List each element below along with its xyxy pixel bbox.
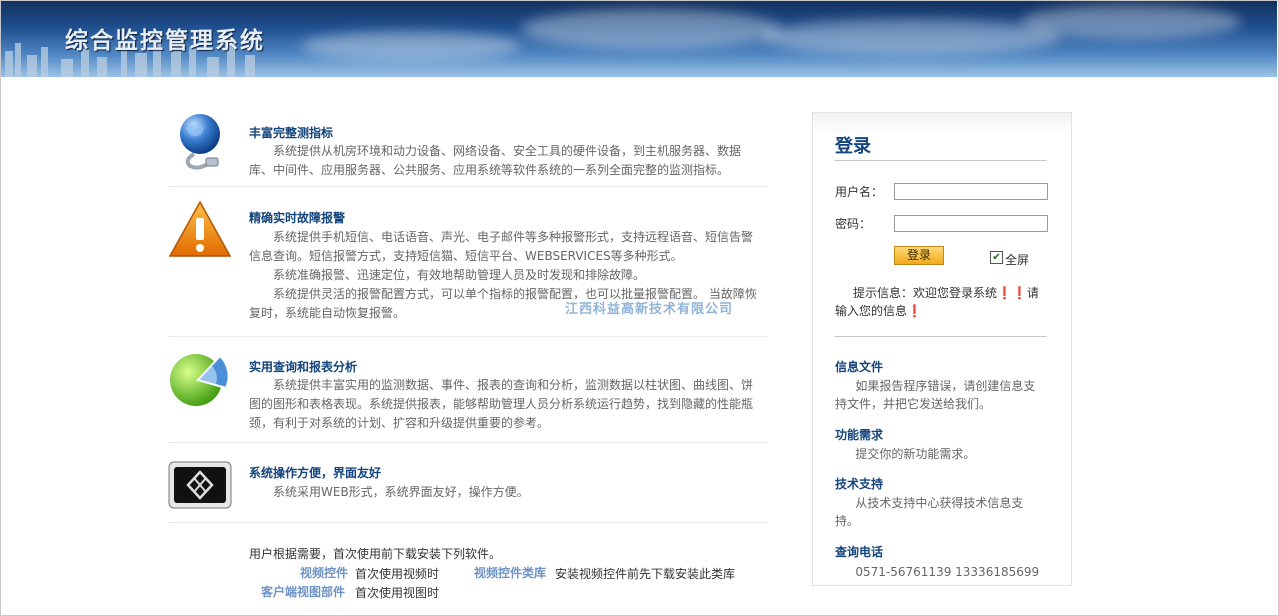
company-watermark: 江西科益高新技术有限公司 (565, 302, 734, 317)
login-panel: 登录 用户名： 密码： 登录 ✔ 全屏 提示信息：欢迎您登录系统❗❗请输入您的信… (812, 112, 1072, 586)
download-section: 用户根据需要，首次使用前下载安装下列软件。 视频控件 首次使用视频时 视频控件类… (168, 540, 768, 610)
divider (835, 336, 1047, 337)
info-title: 技术支持 (835, 477, 884, 491)
login-button[interactable]: 登录 (894, 246, 944, 265)
feature-paragraph: 系统准确报警、迅速定位，有效地帮助管理人员及时发现和排除故障。 (273, 268, 646, 282)
info-text: 如果报告程序错误，请创建信息支持文件，并把它发送给我们。 (835, 379, 1036, 411)
username-input[interactable] (894, 183, 1048, 200)
download-desc: 首次使用视频时 (355, 567, 440, 581)
feature-paragraph: 系统采用WEB形式，系统界面友好，操作方便。 (273, 485, 529, 499)
login-title: 登录 (835, 136, 871, 157)
tip-message: 提示信息：欢迎您登录系统❗❗请输入您的信息❗ (835, 286, 1039, 318)
feature-paragraph: 系统提供从机房环境和动力设备、网络设备、安全工具的硬件设备，到主机服务器、数据库… (249, 144, 742, 177)
feature-description: 系统提供丰富实用的监测数据、事件、报表的查询和分析，监测数据以柱状图、曲线图、饼… (249, 376, 759, 433)
phone-numbers: 0571-56761139 13336185699 (855, 565, 1040, 579)
info-title: 信息文件 (835, 360, 884, 374)
globe-network-icon (180, 114, 220, 170)
info-text: 提交你的新功能需求。 (855, 447, 976, 461)
monitor-icon (168, 461, 232, 509)
fullscreen-checkbox[interactable]: ✔ (990, 251, 1003, 264)
app-title: 综合监控管理系统 (65, 28, 265, 54)
feature-item-reports: 实用查询和报表分析 系统提供丰富实用的监测数据、事件、报表的查询和分析，监测数据… (168, 344, 768, 443)
feature-title: 精确实时故障报警 (249, 211, 346, 225)
info-title: 查询电话 (835, 545, 884, 559)
feature-title: 丰富完整测指标 (249, 126, 334, 140)
download-link-client-view[interactable]: 客户端视图部件 (261, 583, 345, 600)
feature-paragraph: 系统提供手机短信、电话语音、声光、电子邮件等多种报警形式，支持远程语音、短信告警… (249, 230, 754, 263)
download-desc: 安装视频控件前先下载安装此类库 (555, 567, 736, 581)
info-text: 从技术支持中心获得技术信息支持。 (835, 496, 1024, 528)
download-intro: 用户根据需要，首次使用前下载安装下列软件。 (249, 547, 502, 561)
feature-paragraph: 系统提供丰富实用的监测数据、事件、报表的查询和分析，监测数据以柱状图、曲线图、饼… (249, 378, 754, 430)
download-link-video-library[interactable]: 视频控件类库 (474, 564, 546, 581)
feature-description: 系统提供从机房环境和动力设备、网络设备、安全工具的硬件设备，到主机服务器、数据库… (249, 142, 759, 180)
password-input[interactable] (894, 215, 1048, 232)
download-link-video-control[interactable]: 视频控件 (300, 564, 348, 581)
feature-title: 实用查询和报表分析 (249, 360, 358, 374)
feature-description: 系统采用WEB形式，系统界面友好，操作方便。 (249, 483, 759, 502)
pie-chart-icon (170, 354, 230, 406)
fullscreen-label: 全屏 (1005, 253, 1030, 267)
download-desc: 首次使用视图时 (355, 586, 440, 600)
header-banner: 综合监控管理系统 (1, 1, 1277, 77)
feature-item-monitoring: 丰富完整测指标 系统提供从机房环境和动力设备、网络设备、安全工具的硬件设备，到主… (168, 110, 768, 187)
feature-title: 系统操作方便，界面友好 (249, 466, 382, 480)
warning-icon (168, 200, 232, 257)
username-label: 用户名： (835, 185, 884, 199)
feature-item-usability: 系统操作方便，界面友好 系统采用WEB形式，系统界面友好，操作方便。 (168, 452, 768, 523)
info-title: 功能需求 (835, 428, 884, 442)
password-label: 密码： (835, 217, 872, 231)
divider (835, 160, 1047, 161)
